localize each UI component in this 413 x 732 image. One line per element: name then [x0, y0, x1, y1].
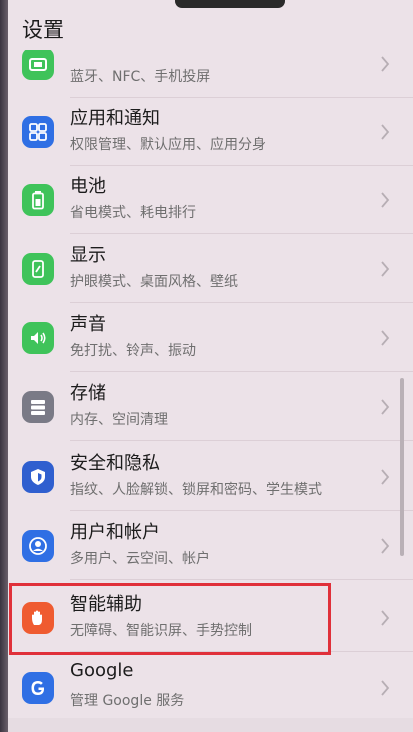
divider — [70, 233, 413, 234]
settings-item-label: 安全和隐私 — [70, 453, 160, 474]
highlight-box — [9, 583, 331, 655]
settings-item-subtitle: 指纹、人脸解锁、锁屏和密码、学生模式 — [70, 482, 322, 498]
chevron-right-icon — [381, 538, 390, 554]
screen-edge — [0, 0, 8, 732]
settings-item-label: 电池 — [70, 176, 106, 197]
battery-icon — [22, 184, 54, 216]
display-phone-icon — [22, 253, 54, 285]
chevron-right-icon — [381, 610, 390, 626]
settings-item-subtitle: 管理 Google 服务 — [70, 693, 185, 709]
settings-item-users-accounts[interactable]: 用户和帐户 多用户、云空间、帐户 — [0, 512, 413, 580]
storage-icon — [22, 391, 54, 423]
scrollbar[interactable] — [400, 378, 404, 556]
divider — [70, 440, 413, 441]
app-header: 设置 — [0, 0, 413, 50]
settings-item-label: Google — [70, 660, 134, 681]
divider — [70, 302, 413, 303]
device-connection-icon — [22, 48, 54, 80]
settings-item-subtitle: 蓝牙、NFC、手机投屏 — [70, 69, 211, 85]
chevron-right-icon — [381, 261, 390, 277]
settings-item-subtitle: 护眼模式、桌面风格、壁纸 — [70, 274, 238, 290]
chevron-right-icon — [381, 680, 390, 696]
chevron-right-icon — [381, 124, 390, 140]
shield-icon — [22, 461, 54, 493]
bottom-edge — [0, 718, 413, 732]
apps-grid-icon — [22, 116, 54, 148]
settings-item-subtitle: 省电模式、耗电排行 — [70, 205, 196, 221]
settings-item-label: 声音 — [70, 314, 106, 335]
chevron-right-icon — [381, 56, 390, 72]
divider — [70, 510, 413, 511]
settings-item-display[interactable]: 显示 护眼模式、桌面风格、壁纸 — [0, 235, 413, 303]
chevron-right-icon — [381, 399, 390, 415]
divider — [70, 579, 413, 580]
status-notch — [175, 0, 285, 8]
settings-item-label: 用户和帐户 — [70, 522, 160, 543]
settings-item-apps[interactable]: 应用和通知 权限管理、默认应用、应用分身 — [0, 98, 413, 166]
settings-item-subtitle: 权限管理、默认应用、应用分身 — [70, 137, 266, 153]
chevron-right-icon — [381, 192, 390, 208]
settings-item-subtitle: 免打扰、铃声、振动 — [70, 343, 196, 359]
user-icon — [22, 530, 54, 562]
divider — [70, 371, 413, 372]
settings-item-sound[interactable]: 声音 免打扰、铃声、振动 — [0, 304, 413, 372]
settings-item-label: 应用和通知 — [70, 108, 160, 129]
settings-item-subtitle: 内存、空间清理 — [70, 412, 168, 428]
google-icon — [22, 672, 54, 704]
speaker-icon — [22, 322, 54, 354]
chevron-right-icon — [381, 330, 390, 346]
settings-item-battery[interactable]: 电池 省电模式、耗电排行 — [0, 166, 413, 234]
settings-item-label: 显示 — [70, 245, 106, 266]
settings-item-subtitle: 多用户、云空间、帐户 — [70, 551, 210, 567]
page-title: 设置 — [22, 18, 64, 42]
settings-item-label: 存储 — [70, 383, 106, 404]
chevron-right-icon — [381, 469, 390, 485]
settings-item-google[interactable]: Google 管理 Google 服务 — [0, 654, 413, 722]
settings-item-storage[interactable]: 存储 内存、空间清理 — [0, 373, 413, 441]
settings-item-security[interactable]: 安全和隐私 指纹、人脸解锁、锁屏和密码、学生模式 — [0, 443, 413, 511]
